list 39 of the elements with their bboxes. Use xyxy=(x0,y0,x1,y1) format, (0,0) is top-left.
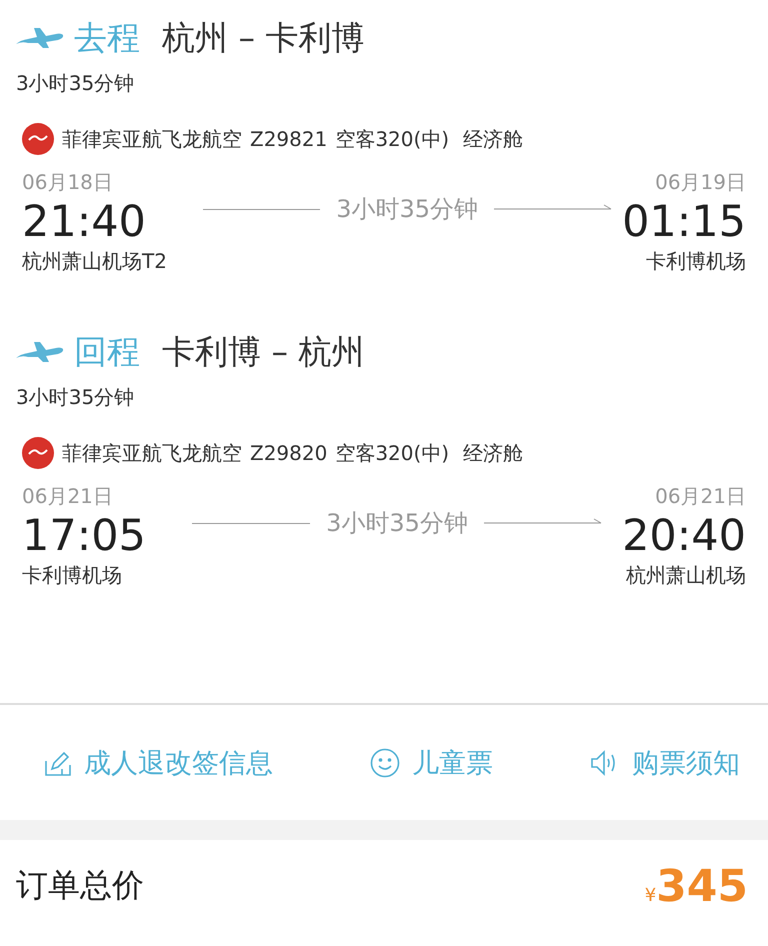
trip-label: 回程 xyxy=(74,330,140,372)
total-price: 345 xyxy=(656,860,748,912)
departure-airport: 杭州萧山机场T2 xyxy=(22,248,167,275)
info-link[interactable]: 购票须知 xyxy=(590,744,740,780)
route-title: 卡利博 – 杭州 xyxy=(162,330,364,372)
departure-time: 17:05 xyxy=(22,510,146,562)
aircraft-type: 空客320(中) xyxy=(335,126,450,152)
arrival-airport: 卡利博机场 xyxy=(646,248,746,275)
departure-airport: 卡利博机场 xyxy=(22,562,122,589)
arrival-date: 06月21日 xyxy=(655,483,746,510)
trip-duration: 3小时35分钟 xyxy=(16,70,136,97)
trip-label: 去程 xyxy=(74,16,140,58)
airplane-icon xyxy=(16,342,64,362)
aircraft-type: 空客320(中) xyxy=(335,440,450,466)
smiley-icon xyxy=(370,748,400,778)
arrival-airport: 杭州萧山机场 xyxy=(626,562,746,589)
airline-logo xyxy=(22,437,54,469)
info-link[interactable]: 儿童票 xyxy=(370,744,493,780)
trip-duration: 3小时35分钟 xyxy=(16,384,136,411)
departure-time: 21:40 xyxy=(22,196,146,248)
flight-time: 3小时35分钟 xyxy=(326,508,468,539)
airline-name: 菲律宾亚航飞龙航空 xyxy=(62,440,242,466)
airline-logo xyxy=(22,123,54,155)
flight-time: 3小时35分钟 xyxy=(336,194,478,225)
departure-date: 06月21日 xyxy=(22,483,113,510)
info-link[interactable]: 成人退改签信息 xyxy=(44,744,273,780)
arrival-date: 06月19日 xyxy=(655,169,746,196)
cabin-class: 经济舱 xyxy=(463,126,524,152)
arrival-time: 01:15 xyxy=(622,196,746,248)
route-title: 杭州 – 卡利博 xyxy=(162,16,364,58)
flight-number: Z29820 xyxy=(250,441,328,465)
currency-symbol: ¥ xyxy=(644,884,656,906)
cabin-class: 经济舱 xyxy=(463,440,524,466)
arrival-time: 20:40 xyxy=(622,510,746,562)
airplane-icon xyxy=(16,28,64,48)
total-label: 订单总价 xyxy=(16,865,144,906)
airline-name: 菲律宾亚航飞龙航空 xyxy=(62,126,242,152)
flight-number: Z29821 xyxy=(250,127,328,151)
departure-date: 06月18日 xyxy=(22,169,113,196)
